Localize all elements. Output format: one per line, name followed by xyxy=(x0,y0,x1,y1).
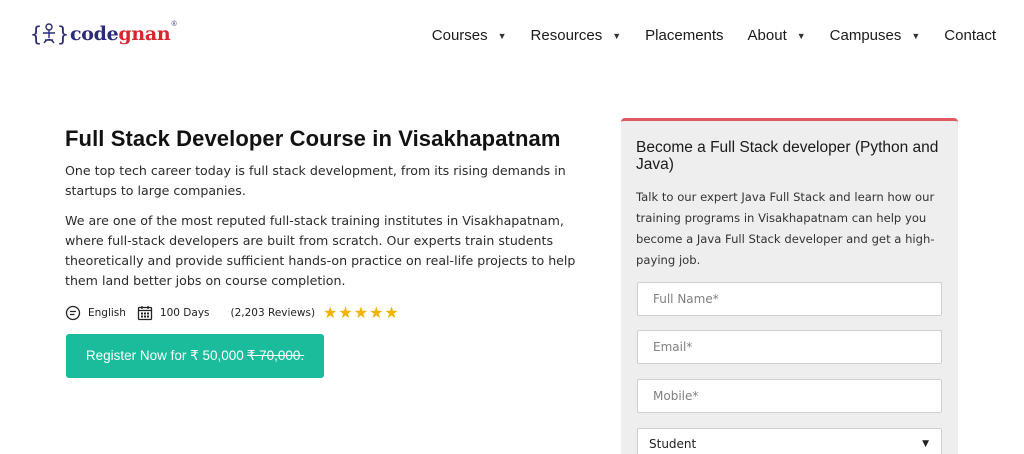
site-header: { } codegnan ® Courses ▼ Resources ▼ Place… xyxy=(0,0,1024,74)
nav-contact[interactable]: Contact xyxy=(944,27,996,44)
caret-down-icon: ▼ xyxy=(911,30,921,41)
form-description: Talk to our expert Java Full Stack and l… xyxy=(636,190,935,267)
svg-text:}: } xyxy=(57,22,68,46)
star-icon: ★ xyxy=(384,303,399,322)
course-meta: English 100 Days (2,203 Reviews) ★ ★ ★ ★… xyxy=(65,305,400,321)
full-name-input[interactable] xyxy=(637,282,942,316)
nav-resources[interactable]: Resources ▼ xyxy=(531,27,622,44)
brand-logo[interactable]: { } codegnan ® xyxy=(30,18,177,50)
form-title: Become a Full Stack developer (Python an… xyxy=(636,139,939,173)
rating-stars: ★ ★ ★ ★ ★ xyxy=(323,305,400,321)
language-info: English xyxy=(65,305,126,321)
brand-name: codegnan xyxy=(70,23,171,45)
calendar-icon xyxy=(137,306,153,321)
duration-info: 100 Days xyxy=(137,305,210,321)
caret-down-icon: ▼ xyxy=(922,439,929,449)
course-hero: Full Stack Developer Course in Visakhapa… xyxy=(65,126,595,291)
original-price: ₹ 70,000. xyxy=(246,348,305,363)
nav-campuses[interactable]: Campuses ▼ xyxy=(830,27,921,44)
svg-text:{: { xyxy=(30,22,42,46)
logo-icon: { } xyxy=(30,22,68,46)
registered-mark: ® xyxy=(171,20,177,28)
description-paragraph: We are one of the most reputed full-stac… xyxy=(65,213,576,288)
status-selected-value: Student xyxy=(649,437,697,451)
star-icon: ★ xyxy=(369,303,384,322)
mobile-input[interactable] xyxy=(637,379,942,413)
nav-about[interactable]: About ▼ xyxy=(748,27,806,44)
page-title: Full Stack Developer Course in Visakhapa… xyxy=(65,126,561,151)
review-count: (2,203 Reviews) xyxy=(230,307,316,319)
caret-down-icon: ▼ xyxy=(612,30,622,41)
star-icon: ★ xyxy=(323,303,338,322)
nav-courses[interactable]: Courses ▼ xyxy=(432,27,507,44)
star-icon: ★ xyxy=(353,303,369,322)
language-icon xyxy=(65,305,81,321)
enquiry-form-card: Become a Full Stack developer (Python an… xyxy=(621,118,958,454)
caret-down-icon: ▼ xyxy=(796,30,806,41)
nav-placements[interactable]: Placements xyxy=(645,27,723,44)
register-now-button[interactable]: Register Now for ₹ 50,000 ₹ 70,000. xyxy=(66,334,324,378)
email-input[interactable] xyxy=(637,330,942,364)
main-nav: Courses ▼ Resources ▼ Placements About ▼ Ca… xyxy=(432,27,996,44)
star-icon: ★ xyxy=(338,303,353,322)
status-select[interactable]: Student ▼ xyxy=(637,428,942,454)
intro-paragraph: One top tech career today is full stack … xyxy=(65,163,566,198)
caret-down-icon: ▼ xyxy=(497,30,507,41)
